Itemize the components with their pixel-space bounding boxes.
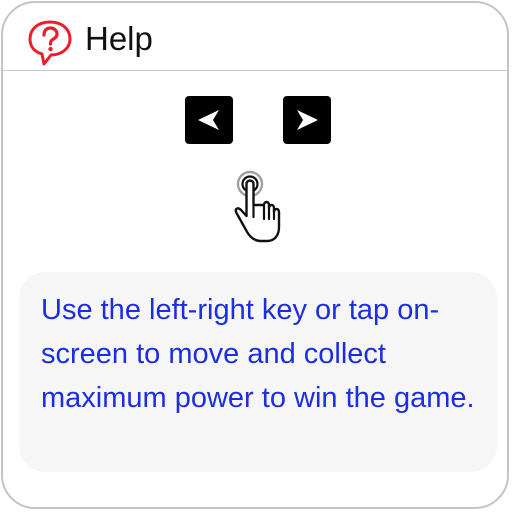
right-arrow-key[interactable]	[283, 96, 331, 144]
dialog-title: Help	[85, 20, 153, 57]
info-card: Use the left-right key or tap on-screen …	[19, 272, 497, 472]
question-speech-bubble-icon	[25, 18, 75, 68]
dialog-header: Help	[3, 3, 507, 71]
arrow-left-icon	[198, 110, 219, 130]
instructions-text: Use the left-right key or tap on-screen …	[41, 294, 475, 414]
tap-hand-icon	[227, 167, 287, 253]
arrow-right-icon	[297, 110, 318, 130]
help-dialog: Help Use the left-right key or tap on-sc…	[1, 1, 509, 509]
left-arrow-key[interactable]	[185, 96, 233, 144]
